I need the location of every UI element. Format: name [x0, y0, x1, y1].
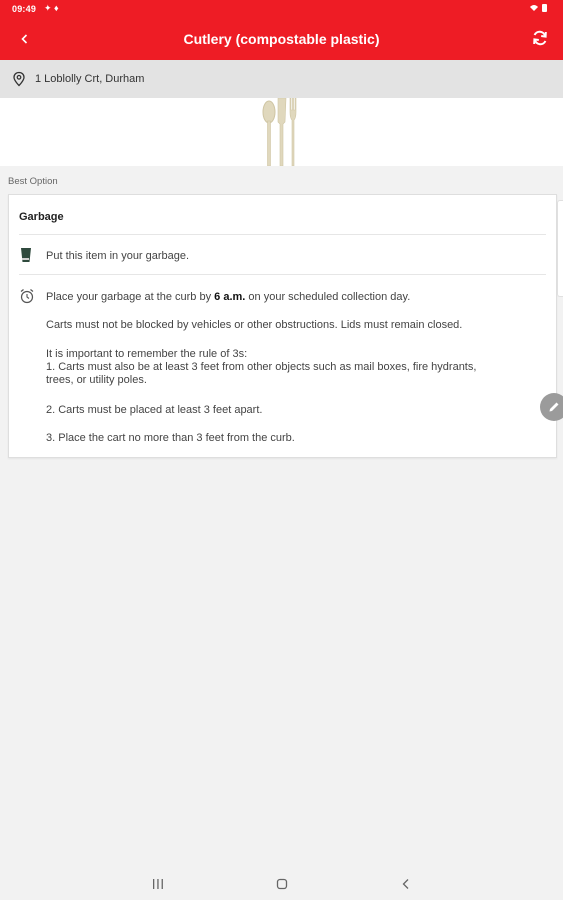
- paragraph-text: 3. Place the cart no more than 3 feet fr…: [46, 432, 295, 444]
- section-label: Best Option: [8, 176, 58, 187]
- card-title: Garbage: [19, 211, 64, 223]
- address-text: 1 Loblolly Crt, Durham: [35, 73, 145, 85]
- home-icon: [276, 878, 288, 890]
- paragraph-text: 1. Carts must also be at least 3 feet fr…: [46, 361, 477, 373]
- schedule-text: Place your garbage at the curb by 6 a.m.…: [46, 291, 410, 304]
- edit-button[interactable]: [540, 393, 563, 421]
- cutlery-icon: [262, 98, 297, 166]
- schedule-prefix: Place your garbage at the curb by: [46, 291, 215, 303]
- refresh-button[interactable]: [529, 27, 551, 49]
- schedule-time: 6 a.m.: [214, 291, 246, 303]
- instruction-text: Put this item in your garbage.: [46, 250, 190, 262]
- paragraph-text: It is important to remember the rule of …: [46, 348, 248, 360]
- home-button[interactable]: [274, 876, 290, 892]
- garbage-bin-icon: [21, 248, 31, 262]
- pencil-icon: [549, 402, 559, 412]
- app-bar: 09:49 ✦ ♦ Cutlery (compostable plastic): [0, 0, 563, 60]
- recent-apps-icon: [153, 879, 163, 889]
- location-bar[interactable]: 1 Loblolly Crt, Durham: [0, 60, 563, 98]
- divider: [19, 234, 546, 235]
- system-nav-bar: [0, 868, 563, 900]
- divider: [19, 274, 546, 275]
- paragraph-text: trees, or utility poles.: [46, 374, 147, 386]
- status-system-icons: [529, 3, 549, 15]
- schedule-suffix: on your scheduled collection day.: [245, 291, 411, 303]
- paragraph-text: 2. Carts must be placed at least 3 feet …: [46, 404, 263, 416]
- system-back-icon: [402, 879, 409, 889]
- status-time: 09:49: [12, 4, 37, 14]
- location-pin-icon: [13, 71, 25, 87]
- item-image: [0, 98, 563, 166]
- status-notification-icons: ✦ ♦: [44, 3, 59, 13]
- recent-apps-button[interactable]: [150, 876, 166, 892]
- side-panel-handle[interactable]: [557, 200, 563, 297]
- refresh-icon: [533, 30, 547, 46]
- alarm-clock-icon: [20, 289, 34, 304]
- page-title: Cutlery (compostable plastic): [183, 31, 380, 47]
- system-back-button[interactable]: [398, 876, 414, 892]
- paragraph-text: Carts must not be blocked by vehicles or…: [46, 319, 463, 331]
- wifi-battery-icon: [530, 4, 547, 12]
- disposal-card: Garbage Put this item in your garbage. P…: [8, 194, 557, 458]
